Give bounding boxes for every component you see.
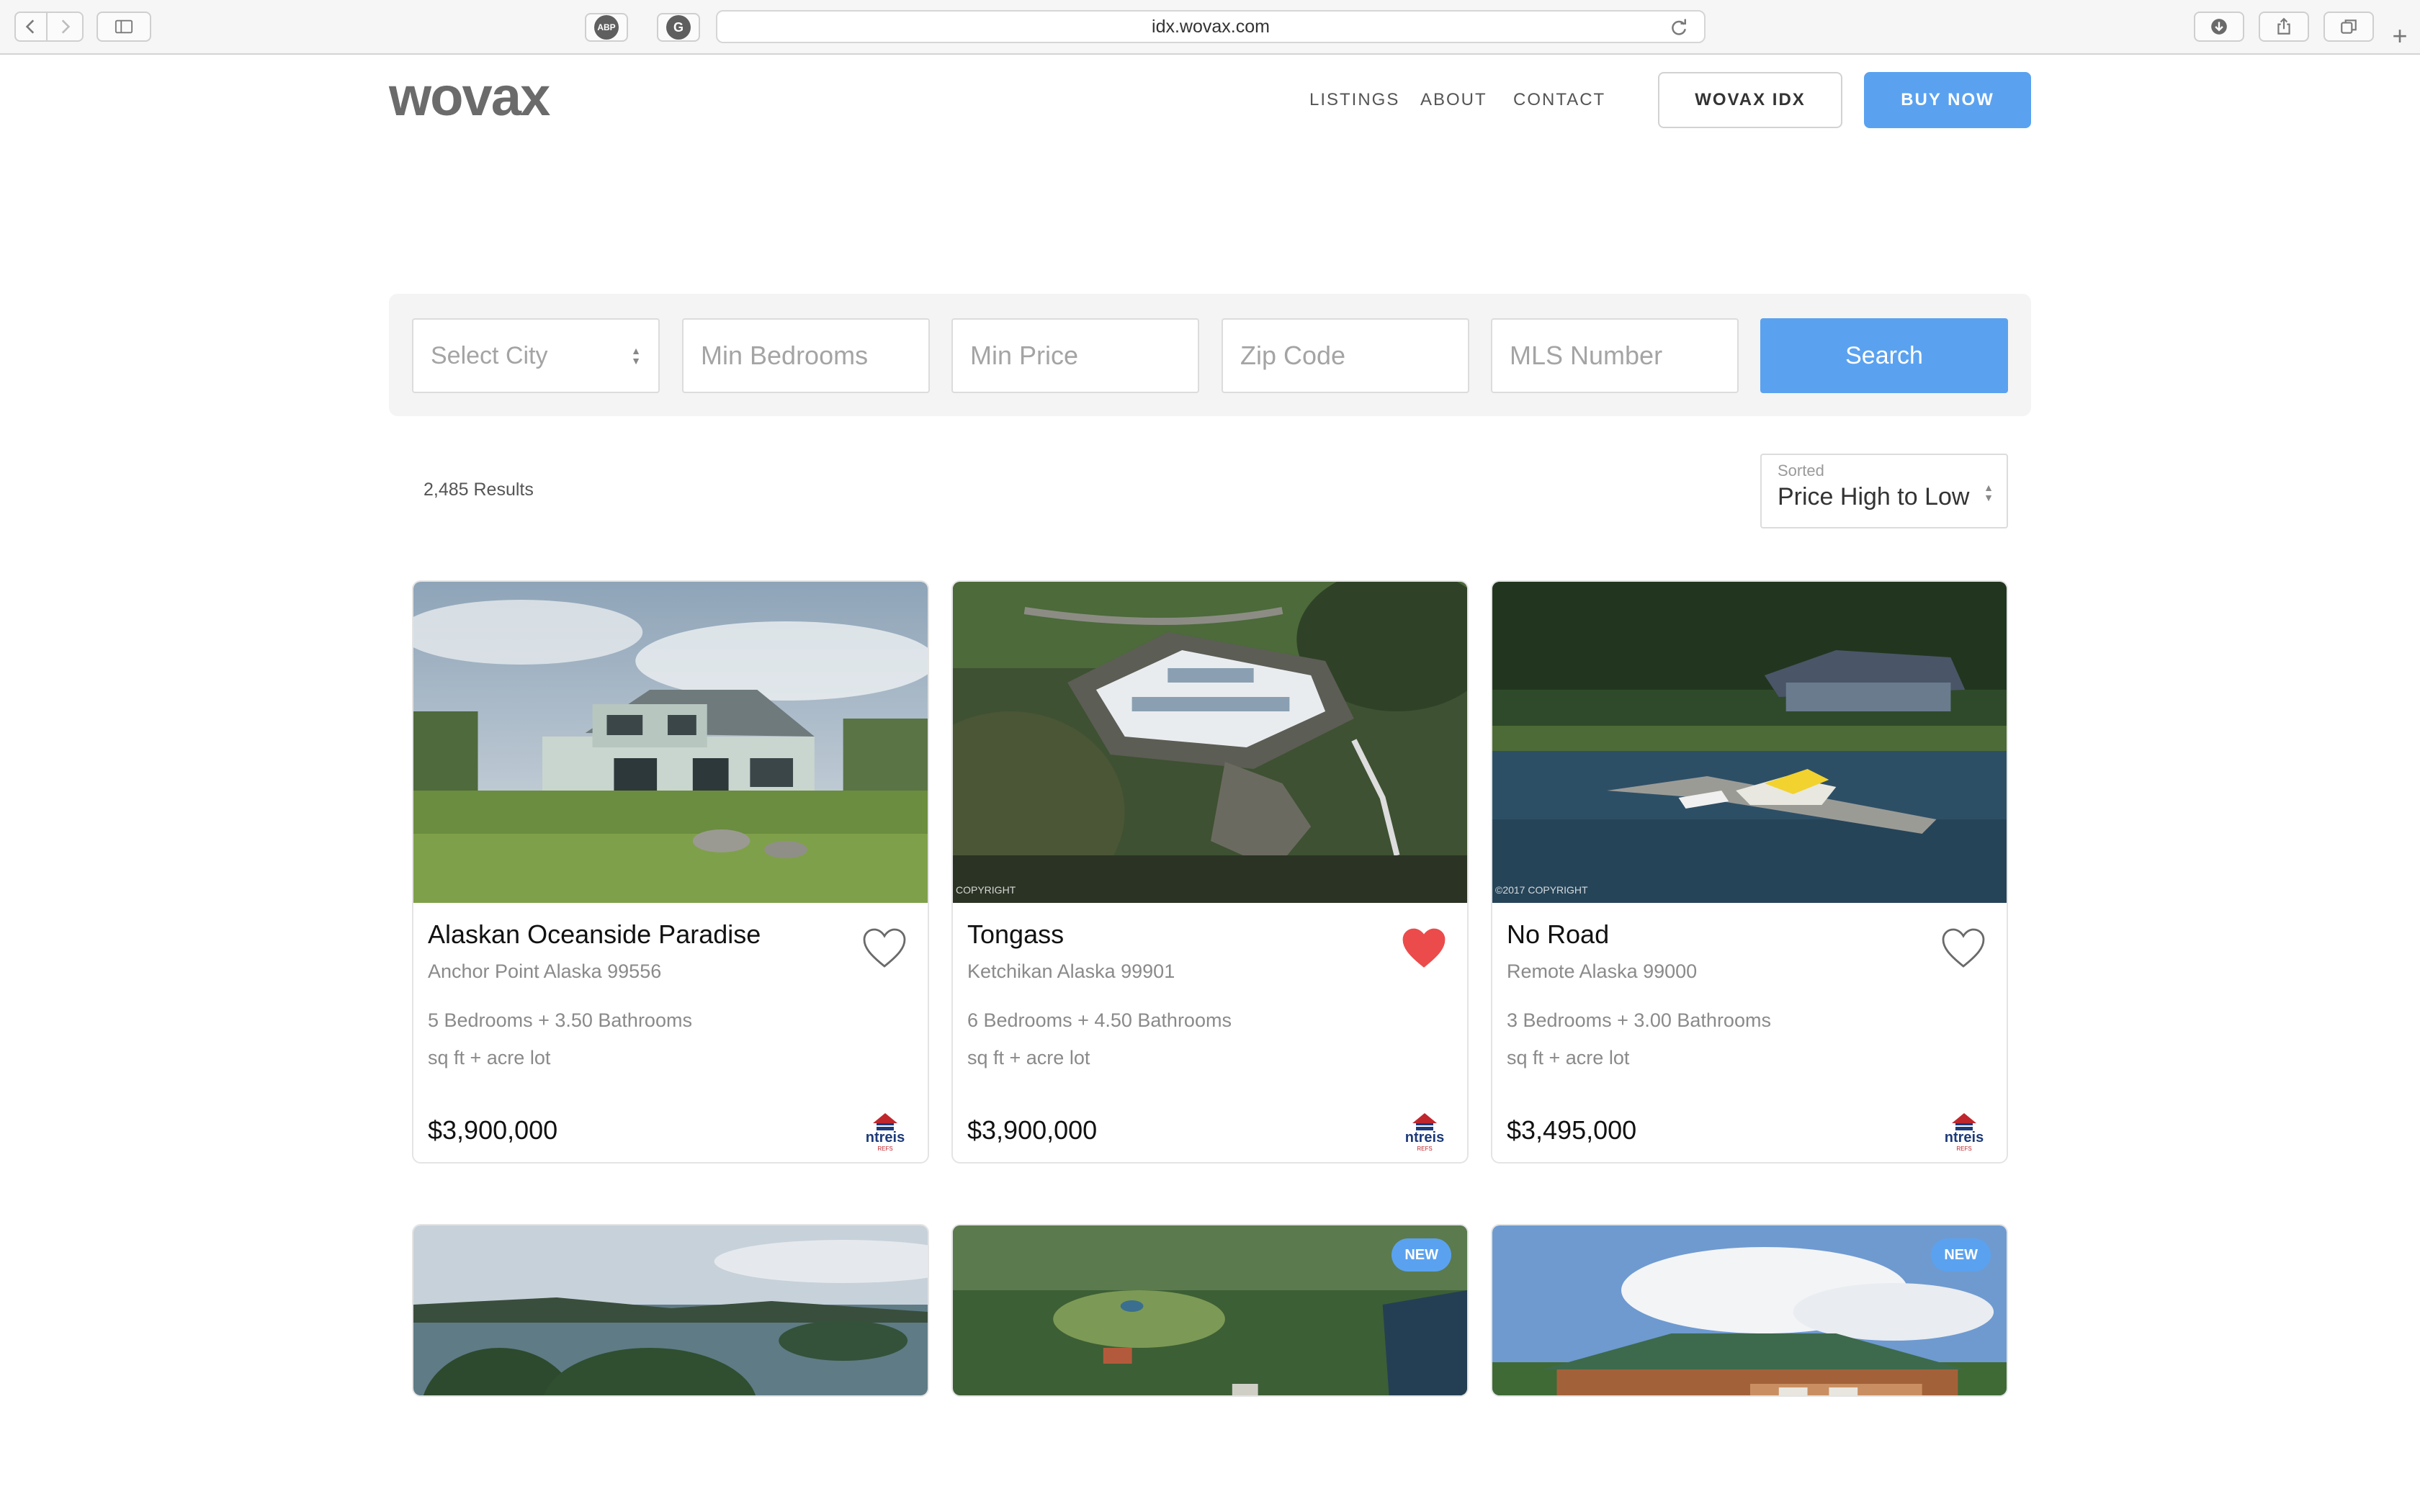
- site-logo[interactable]: wovax: [389, 65, 550, 130]
- downloads-button[interactable]: [2194, 12, 2244, 42]
- ntreis-logo-icon: ntreis REFS: [1945, 1113, 1984, 1152]
- listing-details: 5 Bedrooms + 3.50 Bathrooms: [428, 1009, 692, 1031]
- listing-photo[interactable]: NEW: [953, 1225, 1467, 1395]
- listing-price: $3,900,000: [428, 1115, 558, 1145]
- share-icon: [2277, 17, 2290, 35]
- svg-text:ntreis: ntreis: [1945, 1130, 1984, 1146]
- svg-text:REFS: REFS: [1417, 1146, 1432, 1152]
- grammarly-icon: G: [666, 15, 691, 40]
- search-button[interactable]: Search: [1760, 318, 2008, 393]
- sort-select[interactable]: Sorted Price High to Low ▲ ▼: [1760, 454, 2008, 528]
- listing-price: $3,495,000: [1507, 1115, 1637, 1145]
- heart-outline-icon[interactable]: [861, 926, 908, 969]
- select-arrows-icon: ▲ ▼: [1984, 482, 1994, 503]
- download-icon: [2211, 19, 2227, 35]
- new-badge: NEW: [1392, 1238, 1451, 1272]
- plus-icon: +: [2392, 21, 2408, 50]
- listing-card[interactable]: NEW: [951, 1224, 1469, 1397]
- chevron-left-icon: [25, 19, 35, 34]
- tab-overview-button[interactable]: [2323, 12, 2374, 42]
- city-select[interactable]: Select City ▲ ▼: [412, 318, 660, 393]
- photo-watermark: ©2017 COPYRIGHT: [1495, 884, 1588, 896]
- svg-text:ntreis: ntreis: [1405, 1130, 1444, 1146]
- photo-watermark: COPYRIGHT: [956, 884, 1016, 896]
- listing-details: 3 Bedrooms + 3.00 Bathrooms: [1507, 1009, 1771, 1031]
- island-photo: [413, 1225, 928, 1395]
- city-select-value: Select City: [431, 341, 548, 369]
- listing-title[interactable]: Tongass: [967, 919, 1064, 950]
- listing-card[interactable]: NEW: [1491, 1224, 2008, 1397]
- listing-details: 6 Bedrooms + 4.50 Bathrooms: [967, 1009, 1232, 1031]
- min-bedrooms-input[interactable]: [682, 318, 930, 393]
- ntreis-logo-icon: ntreis REFS: [866, 1113, 905, 1152]
- address-bar[interactable]: idx.wovax.com: [716, 10, 1706, 43]
- listing-lot: sq ft + acre lot: [428, 1047, 551, 1068]
- listing-title[interactable]: No Road: [1507, 919, 1609, 950]
- zip-code-input[interactable]: [1222, 318, 1469, 393]
- sidebar-icon: [115, 19, 133, 34]
- share-button[interactable]: [2259, 12, 2309, 42]
- wovax-idx-button[interactable]: WOVAX IDX: [1658, 72, 1842, 128]
- house-photo: [1492, 1225, 2007, 1395]
- svg-text:REFS: REFS: [877, 1146, 892, 1152]
- reload-icon[interactable]: [1668, 17, 1690, 39]
- url-text: idx.wovax.com: [1152, 16, 1270, 37]
- listing-photo[interactable]: COPYRIGHT: [953, 582, 1467, 903]
- new-tab-button[interactable]: +: [2385, 22, 2414, 50]
- min-price-input[interactable]: [951, 318, 1199, 393]
- heart-filled-icon[interactable]: [1401, 926, 1447, 969]
- browser-toolbar: ABP G idx.wovax.com +: [0, 0, 2420, 55]
- listing-photo[interactable]: ©2017 COPYRIGHT: [1492, 582, 2007, 903]
- sort-label: Sorted: [1778, 462, 1824, 480]
- ntreis-logo-icon: ntreis REFS: [1405, 1113, 1444, 1152]
- listing-lot: sq ft + acre lot: [967, 1047, 1090, 1068]
- chevron-right-icon: [61, 19, 71, 34]
- tabs-icon: [2341, 19, 2357, 34]
- house-photo: [953, 582, 1467, 903]
- heart-outline-icon[interactable]: [1940, 926, 1986, 969]
- nav-contact[interactable]: CONTACT: [1513, 89, 1605, 111]
- listing-lot: sq ft + acre lot: [1507, 1047, 1630, 1068]
- nav-listings[interactable]: LISTINGS: [1309, 89, 1399, 111]
- listing-photo[interactable]: NEW: [1492, 1225, 2007, 1395]
- listing-address: Remote Alaska 99000: [1507, 960, 1698, 982]
- forest-photo: [953, 1225, 1467, 1395]
- listing-address: Anchor Point Alaska 99556: [428, 960, 662, 982]
- listing-price: $3,900,000: [967, 1115, 1098, 1145]
- back-button[interactable]: [14, 12, 48, 42]
- house-photo: [413, 582, 928, 903]
- mls-number-input[interactable]: [1491, 318, 1739, 393]
- sort-value: Price High to Low: [1778, 483, 1970, 510]
- house-photo: [1492, 582, 2007, 903]
- listing-photo[interactable]: [413, 1225, 928, 1395]
- listing-card[interactable]: ©2017 COPYRIGHT No Road Remote Alaska 99…: [1491, 580, 2008, 1164]
- sidebar-toggle-button[interactable]: [97, 12, 151, 42]
- forward-button[interactable]: [48, 12, 84, 42]
- listing-card[interactable]: Alaskan Oceanside Paradise Anchor Point …: [412, 580, 929, 1164]
- grammarly-extension-button[interactable]: G: [657, 13, 700, 42]
- results-count: 2,485 Results: [424, 480, 534, 500]
- adblock-icon: ABP: [594, 15, 619, 40]
- listing-title[interactable]: Alaskan Oceanside Paradise: [428, 919, 761, 950]
- adblock-extension-button[interactable]: ABP: [585, 13, 628, 42]
- select-arrows-icon: ▲ ▼: [631, 345, 641, 366]
- buy-now-button[interactable]: BUY NOW: [1864, 72, 2031, 128]
- svg-text:REFS: REFS: [1956, 1146, 1971, 1152]
- listing-card[interactable]: [412, 1224, 929, 1397]
- listing-address: Ketchikan Alaska 99901: [967, 960, 1175, 982]
- svg-text:ntreis: ntreis: [866, 1130, 905, 1146]
- listing-photo[interactable]: [413, 582, 928, 903]
- listing-card[interactable]: COPYRIGHT Tongass Ketchikan Alaska 99901…: [951, 580, 1469, 1164]
- new-badge: NEW: [1931, 1238, 1991, 1272]
- nav-about[interactable]: ABOUT: [1420, 89, 1487, 111]
